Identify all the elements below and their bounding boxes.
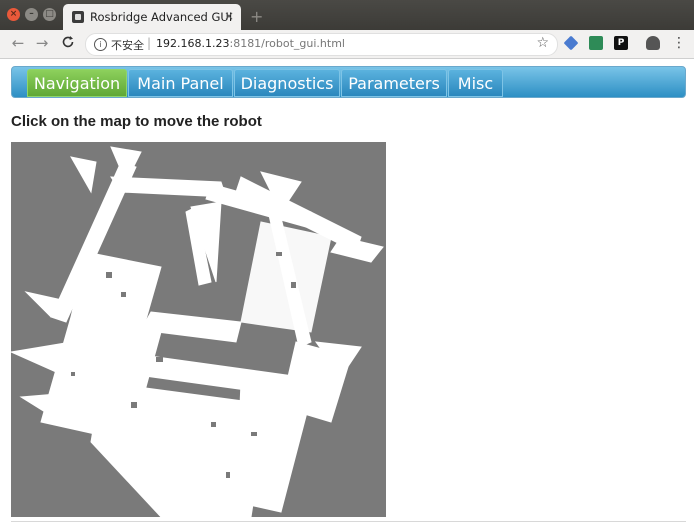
map-canvas (9, 146, 384, 518)
tab-main-panel[interactable]: Main Panel (128, 69, 233, 97)
reload-icon[interactable] (59, 35, 77, 53)
security-label: 不安全 (111, 39, 144, 52)
address-bar[interactable]: i 不安全 | 192.168.1.23:8181/robot_gui.html… (85, 33, 558, 56)
window-minimize-button[interactable]: – (25, 8, 38, 21)
url-path: :8181/robot_gui.html (229, 37, 345, 50)
occupancy-map[interactable] (9, 142, 386, 518)
url-host: 192.168.1.23 (156, 37, 230, 50)
window-close-button[interactable]: × (7, 8, 20, 21)
bookmark-ext-icon[interactable] (563, 35, 579, 51)
browser-toolbar: ← → i 不安全 | 192.168.1.23:8181/robot_gui.… (0, 30, 694, 59)
url-text[interactable]: 192.168.1.23:8181/robot_gui.html (156, 37, 345, 50)
new-tab-button[interactable]: + (250, 7, 263, 26)
profile-ext-icon[interactable] (646, 36, 660, 50)
window-maximize-button[interactable]: □ (43, 8, 56, 21)
reload-icon-svg (62, 36, 74, 48)
tab-parameters[interactable]: Parameters (341, 69, 447, 97)
bookmark-star-icon[interactable]: ☆ (536, 35, 549, 51)
tab-title: Rosbridge Advanced GUI (90, 10, 233, 24)
url-separator: | (147, 36, 152, 50)
browser-tab[interactable]: Rosbridge Advanced GUI × (63, 4, 241, 30)
tab-misc[interactable]: Misc (448, 69, 503, 97)
forward-arrow-icon[interactable]: → (33, 34, 51, 52)
browser-menu-icon[interactable]: ⋮ (672, 35, 686, 51)
main-navbar: Navigation Main Panel Diagnostics Parame… (11, 66, 686, 98)
info-icon[interactable]: i (94, 38, 107, 51)
p-ext-icon[interactable]: P (614, 36, 628, 50)
map-free-space (9, 146, 384, 518)
tab-close-icon[interactable]: × (224, 9, 234, 23)
pocket-ext-icon[interactable] (589, 36, 603, 50)
back-arrow-icon[interactable]: ← (9, 34, 27, 52)
window-titlebar: × – □ Rosbridge Advanced GUI × + (0, 0, 694, 30)
page-heading: Click on the map to move the robot (11, 113, 262, 130)
page-content: Navigation Main Panel Diagnostics Parame… (0, 59, 694, 525)
content-divider (11, 521, 686, 522)
tab-navigation[interactable]: Navigation (27, 69, 127, 97)
ros-favicon-icon (72, 11, 84, 23)
tab-diagnostics[interactable]: Diagnostics (234, 69, 340, 97)
